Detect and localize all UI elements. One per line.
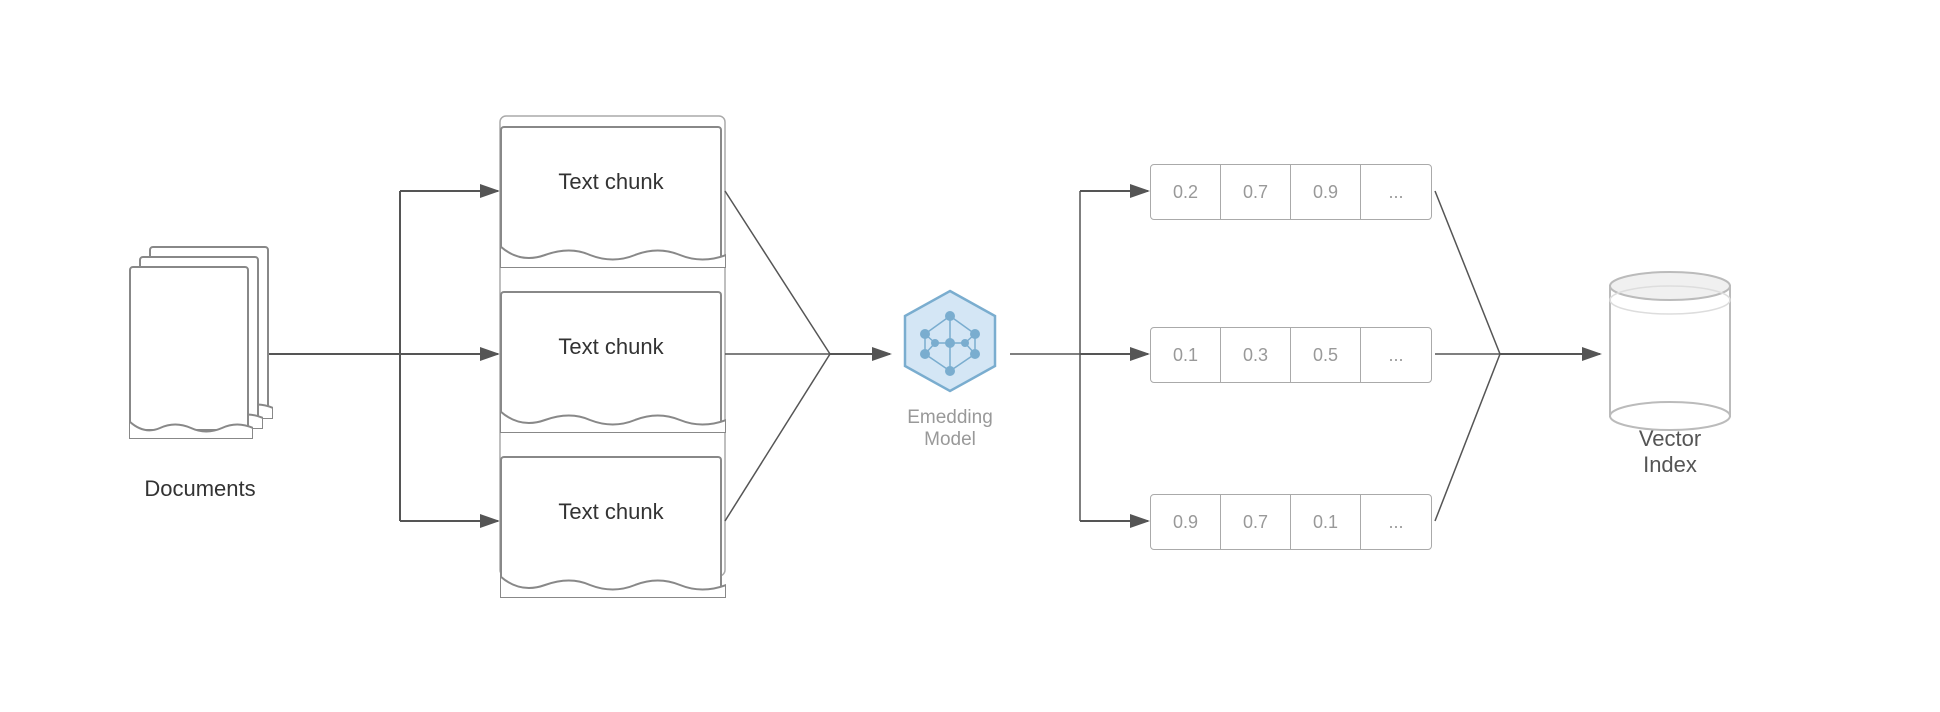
diagram: Documents Text chunk Text chunk Text chu… xyxy=(70,16,1870,696)
embedding-group: Emedding Model xyxy=(890,286,1010,451)
vector-cell: ... xyxy=(1361,495,1431,549)
embedding-label: Emedding Model xyxy=(907,407,993,451)
vector-row-3: 0.9 0.7 0.1 ... xyxy=(1150,494,1432,550)
doc-wavy-front xyxy=(129,421,253,439)
documents-label: Documents xyxy=(144,476,255,502)
doc-page-front xyxy=(129,266,249,431)
vector-cell: 0.5 xyxy=(1291,328,1361,382)
vector-cell: ... xyxy=(1361,165,1431,219)
embedding-label-line2: Model xyxy=(907,429,993,451)
vector-cell: 0.7 xyxy=(1221,495,1291,549)
chunk-3-label: Text chunk xyxy=(558,499,663,525)
vector-index-label-line1: Vector xyxy=(1639,426,1701,452)
vector-cell: 0.3 xyxy=(1221,328,1291,382)
chunk-1-wavy xyxy=(500,246,726,268)
documents-group: Documents xyxy=(100,246,300,502)
vector-cell: 0.9 xyxy=(1151,495,1221,549)
vector-index-label: Vector Index xyxy=(1639,426,1701,478)
vector-cell: 0.1 xyxy=(1291,495,1361,549)
chunk-1: Text chunk xyxy=(500,126,722,256)
chunk-3: Text chunk xyxy=(500,456,722,586)
doc-stack xyxy=(125,246,275,446)
chunk-2-label: Text chunk xyxy=(558,334,663,360)
vector-row-2: 0.1 0.3 0.5 ... xyxy=(1150,327,1432,383)
vector-row-1: 0.2 0.7 0.9 ... xyxy=(1150,164,1432,220)
vector-index-group: Vector Index xyxy=(1600,256,1740,478)
vector-index-label-line2: Index xyxy=(1639,452,1701,478)
vector-cell: 0.7 xyxy=(1221,165,1291,219)
chunk-2-wavy xyxy=(500,411,726,433)
vector-cell: 0.1 xyxy=(1151,328,1221,382)
chunk-1-label: Text chunk xyxy=(558,169,663,195)
embedding-icon xyxy=(890,286,1010,401)
vector-cell: 0.9 xyxy=(1291,165,1361,219)
chunk-2: Text chunk xyxy=(500,291,722,421)
vector-cell: ... xyxy=(1361,328,1431,382)
vector-cell: 0.2 xyxy=(1151,165,1221,219)
cylinder-icon xyxy=(1600,256,1740,436)
chunk-3-wavy xyxy=(500,576,726,598)
embedding-label-line1: Emedding xyxy=(907,407,993,429)
